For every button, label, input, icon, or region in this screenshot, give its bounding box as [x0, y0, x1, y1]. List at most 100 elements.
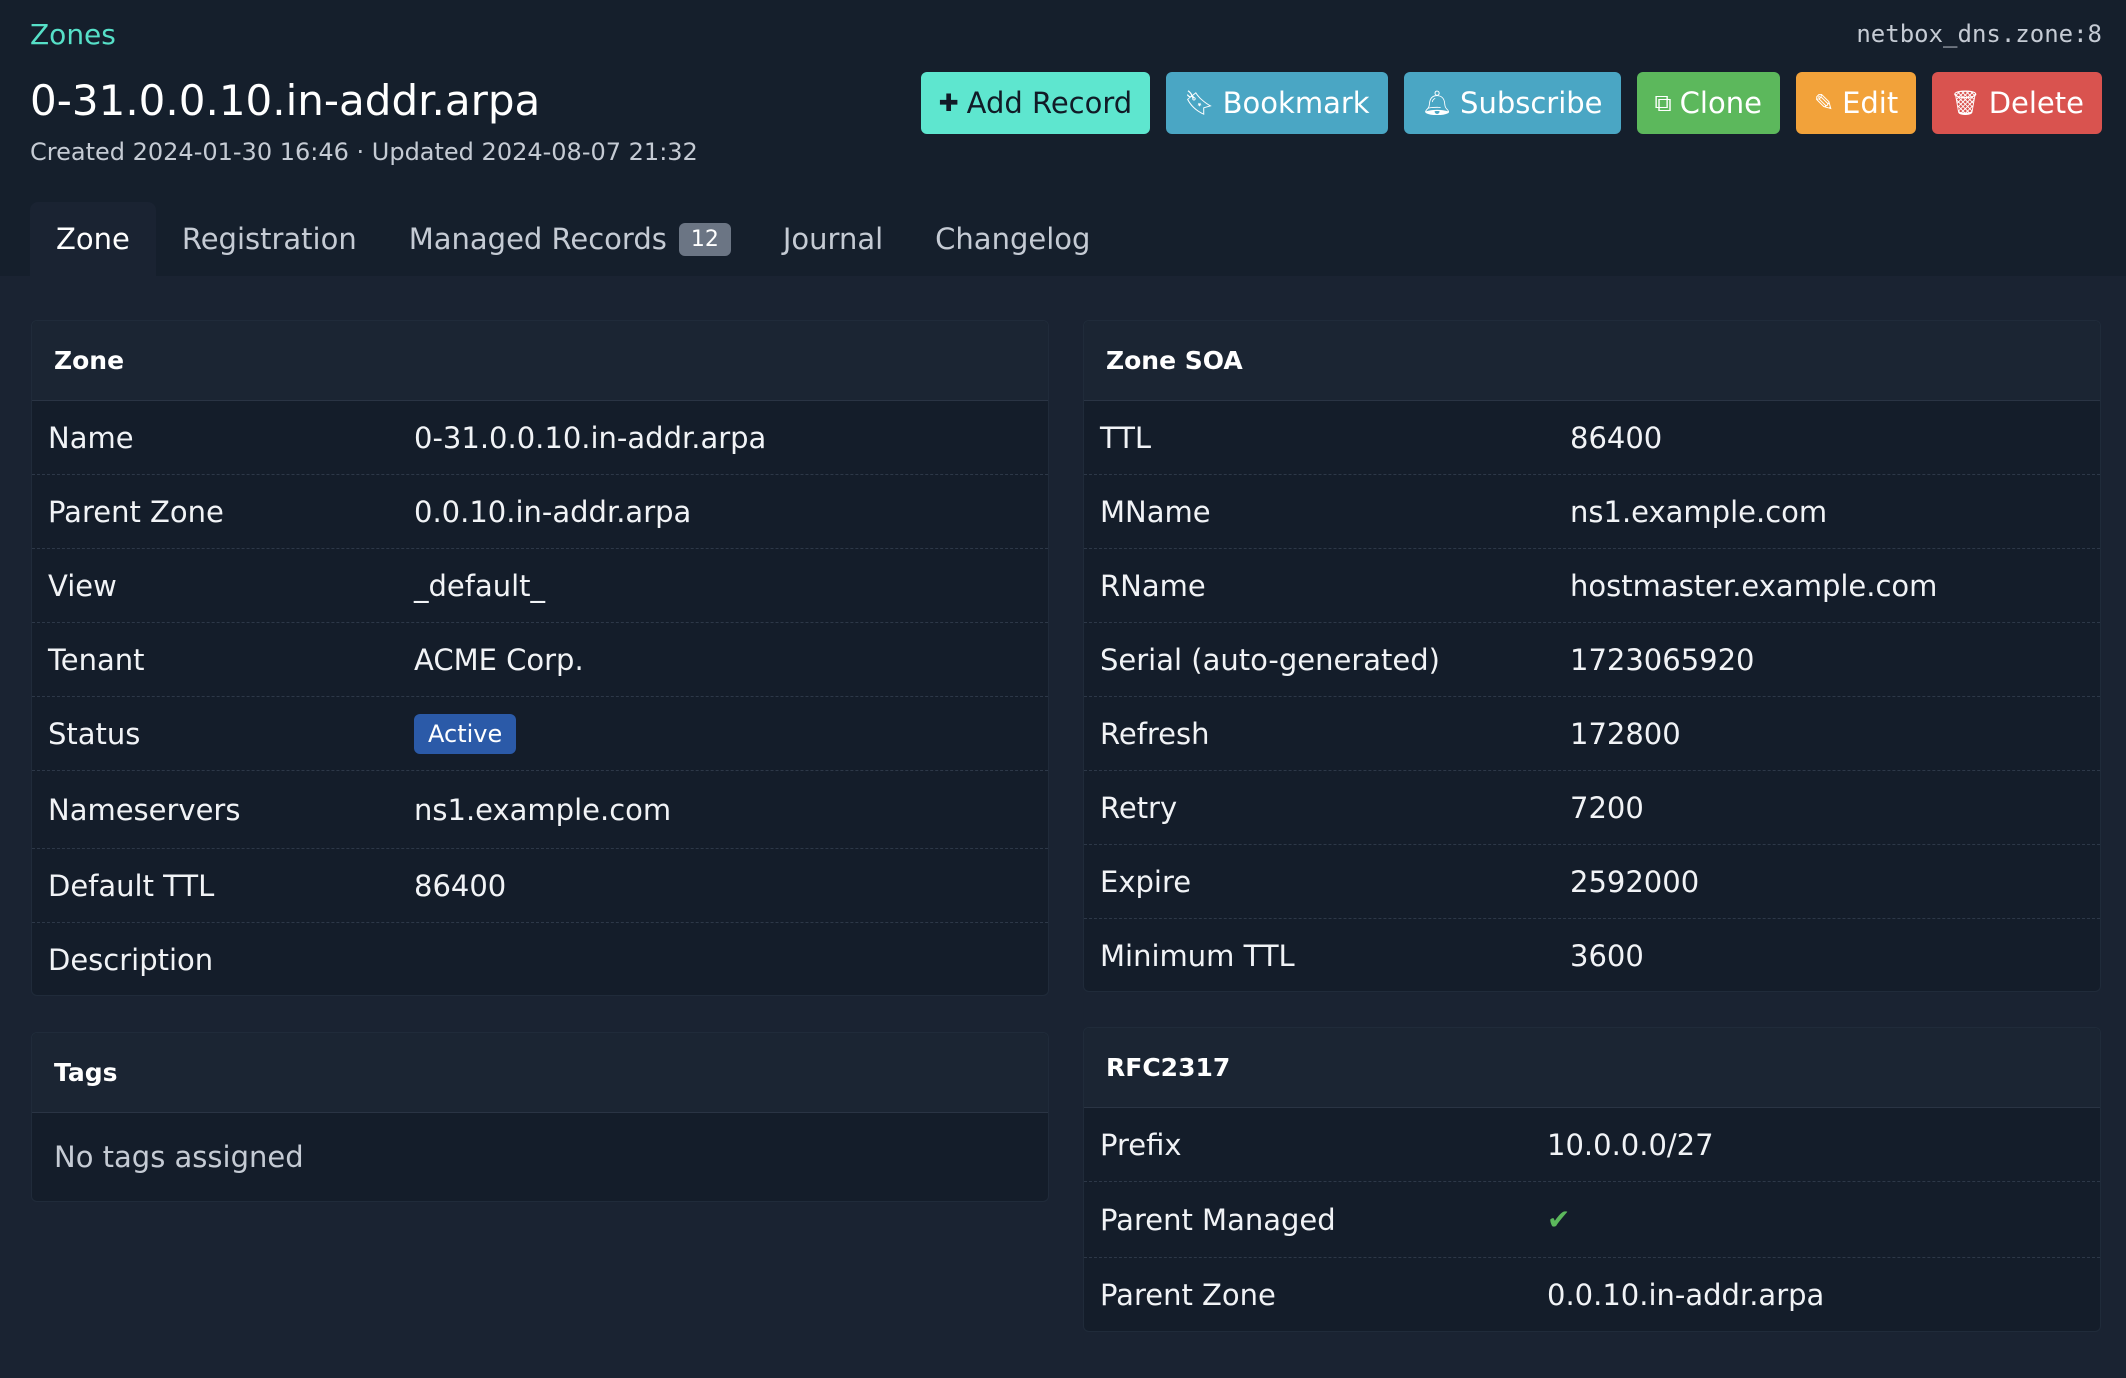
zone-name-row: Name 0-31.0.0.10.in-addr.arpa [32, 401, 1048, 475]
zone-card: Zone Name 0-31.0.0.10.in-addr.arpa Paren… [31, 320, 1049, 996]
page-header: Zones netbox_dns.zone:8 0-31.0.0.10.in-a… [0, 0, 2126, 276]
minimum-ttl-label: Minimum TTL [1100, 939, 1295, 973]
tab-zone-label: Zone [56, 222, 130, 256]
mname-row: MName ns1.example.com [1084, 475, 2100, 549]
view-row: View _default_ [32, 549, 1048, 623]
rname-label: RName [1100, 568, 1206, 603]
rfc-parent-zone-link[interactable]: 0.0.10.in-addr.arpa [1547, 1278, 1824, 1312]
tab-changelog[interactable]: Changelog [909, 202, 1116, 276]
parent-zone-row: Parent Zone 0.0.10.in-addr.arpa [32, 475, 1048, 549]
parent-zone-label: Parent Zone [48, 494, 224, 529]
tags-card-title: Tags [32, 1033, 1048, 1113]
edit-button[interactable]: ✎ Edit [1795, 72, 1917, 134]
rfc-parent-zone-row: Parent Zone 0.0.10.in-addr.arpa [1084, 1258, 2100, 1331]
view-link[interactable]: _default_ [414, 569, 545, 603]
retry-row: Retry 7200 [1084, 771, 2100, 845]
retry-value: 7200 [1570, 790, 1644, 825]
prefix-value: 10.0.0.0/27 [1547, 1127, 1714, 1162]
zone-soa-card-title: Zone SOA [1084, 321, 2100, 401]
refresh-value: 172800 [1570, 716, 1681, 751]
refresh-label: Refresh [1100, 716, 1210, 751]
expire-row: Expire 2592000 [1084, 845, 2100, 919]
copy-icon: ⧉ [1654, 89, 1672, 117]
nameservers-row: Nameservers ns1.example.com [32, 771, 1048, 849]
checkmark-icon: ✔ [1547, 1203, 1571, 1236]
nameserver-link[interactable]: ns1.example.com [414, 793, 671, 827]
expire-value: 2592000 [1570, 864, 1700, 899]
tags-card: Tags No tags assigned [31, 1032, 1049, 1202]
nameservers-label: Nameservers [48, 792, 241, 827]
default-ttl-value: 86400 [414, 868, 507, 903]
tab-bar: Zone Registration Managed Records 12 Jou… [30, 202, 1116, 276]
soa-ttl-value: 86400 [1570, 420, 1663, 455]
plus-icon: ✚ [938, 89, 959, 117]
rfc2317-card-title: RFC2317 [1084, 1028, 2100, 1108]
clone-label: Clone [1679, 86, 1762, 120]
zone-name-value: 0-31.0.0.10.in-addr.arpa [414, 420, 767, 455]
parent-managed-label: Parent Managed [1100, 1202, 1336, 1237]
zone-name-label: Name [48, 420, 134, 455]
status-row: Status Active [32, 697, 1048, 771]
rfc-parent-zone-label: Parent Zone [1100, 1278, 1276, 1312]
view-label: View [48, 568, 117, 603]
bookmark-icon: 🔖︎ [1184, 89, 1215, 117]
tab-registration[interactable]: Registration [156, 202, 383, 276]
zone-card-title: Zone [32, 321, 1048, 401]
breadcrumb[interactable]: Zones [30, 18, 116, 51]
minimum-ttl-row: Minimum TTL 3600 [1084, 919, 2100, 991]
object-identifier: netbox_dns.zone:8 [1856, 20, 2102, 48]
edit-label: Edit [1842, 86, 1899, 120]
minimum-ttl-value: 3600 [1570, 939, 1644, 973]
tags-empty-text: No tags assigned [54, 1140, 304, 1174]
serial-row: Serial (auto-generated) 1723065920 [1084, 623, 2100, 697]
refresh-row: Refresh 172800 [1084, 697, 2100, 771]
created-updated-meta: Created 2024-01-30 16:46 · Updated 2024-… [30, 138, 698, 166]
add-record-button[interactable]: ✚ Add Record [920, 72, 1151, 134]
tenant-label: Tenant [48, 642, 145, 677]
tab-journal-label: Journal [782, 222, 884, 256]
tab-managed-records-label: Managed Records [408, 222, 667, 256]
bell-icon: 🔔︎ [1421, 89, 1453, 117]
pencil-icon: ✎ [1813, 89, 1835, 117]
serial-value: 1723065920 [1570, 642, 1755, 677]
expire-label: Expire [1100, 864, 1192, 899]
status-label: Status [48, 716, 141, 751]
description-label: Description [48, 943, 214, 977]
subscribe-button[interactable]: 🔔︎ Subscribe [1403, 72, 1621, 134]
default-ttl-row: Default TTL 86400 [32, 849, 1048, 923]
serial-label: Serial (auto-generated) [1100, 642, 1440, 677]
prefix-row: Prefix 10.0.0.0/27 [1084, 1108, 2100, 1182]
mname-link[interactable]: ns1.example.com [1570, 495, 1827, 529]
tab-changelog-label: Changelog [935, 222, 1091, 256]
rfc2317-card: RFC2317 Prefix 10.0.0.0/27 Parent Manage… [1083, 1027, 2101, 1332]
rname-row: RName hostmaster.example.com [1084, 549, 2100, 623]
subscribe-label: Subscribe [1460, 86, 1603, 120]
parent-managed-row: Parent Managed ✔ [1084, 1182, 2100, 1258]
tab-managed-records[interactable]: Managed Records 12 [383, 202, 757, 276]
rname-value: hostmaster.example.com [1570, 568, 1938, 603]
status-badge: Active [414, 713, 517, 754]
bookmark-button[interactable]: 🔖︎ Bookmark [1166, 72, 1388, 134]
bookmark-label: Bookmark [1222, 86, 1370, 120]
default-ttl-label: Default TTL [48, 868, 215, 903]
zone-soa-card: Zone SOA TTL 86400 MName ns1.example.com… [1083, 320, 2101, 992]
tenant-row: Tenant ACME Corp. [32, 623, 1048, 697]
tab-journal[interactable]: Journal [757, 202, 909, 276]
delete-button[interactable]: 🗑︎ Delete [1932, 72, 2102, 134]
description-row: Description [32, 923, 1048, 995]
page-title: 0-31.0.0.10.in-addr.arpa [30, 76, 541, 125]
parent-zone-link[interactable]: 0.0.10.in-addr.arpa [414, 495, 691, 529]
retry-label: Retry [1100, 790, 1178, 825]
delete-label: Delete [1988, 86, 2084, 120]
action-buttons: ✚ Add Record 🔖︎ Bookmark 🔔︎ Subscribe ⧉ … [920, 72, 2102, 134]
mname-label: MName [1100, 494, 1211, 529]
soa-ttl-label: TTL [1100, 420, 1152, 455]
tab-registration-label: Registration [181, 222, 357, 256]
tab-zone[interactable]: Zone [30, 202, 156, 276]
tenant-link[interactable]: ACME Corp. [414, 643, 584, 677]
prefix-label: Prefix [1100, 1127, 1182, 1162]
add-record-label: Add Record [966, 86, 1133, 120]
trash-icon: 🗑︎ [1950, 89, 1981, 117]
soa-ttl-row: TTL 86400 [1084, 401, 2100, 475]
clone-button[interactable]: ⧉ Clone [1636, 72, 1780, 134]
